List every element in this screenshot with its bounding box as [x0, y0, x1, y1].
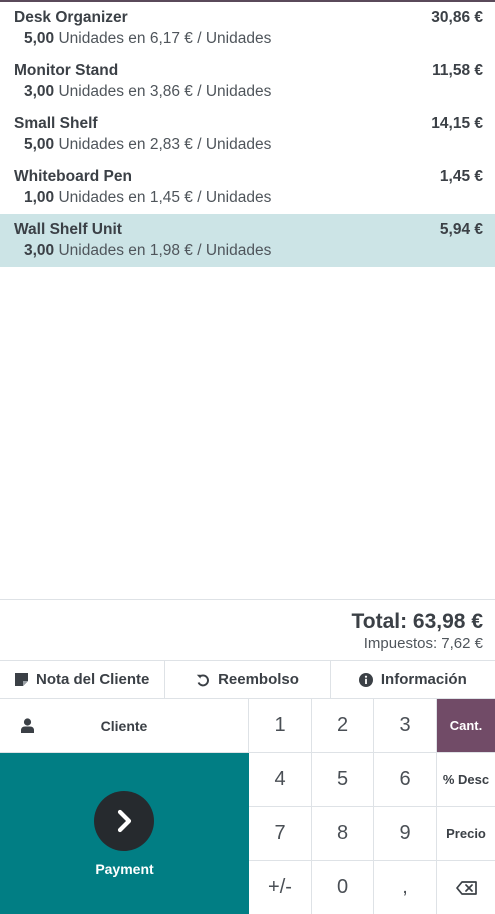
order-line-whiteboard-pen[interactable]: Whiteboard Pen 1,45 € 1,00 Unidades en 1… [0, 161, 495, 214]
line-detail: 5,00 Unidades en 6,17 € / Unidades [24, 28, 483, 49]
product-name: Monitor Stand [14, 62, 119, 79]
user-icon [21, 718, 34, 733]
numpad-key-2[interactable]: 2 [312, 699, 374, 753]
payment-label: Payment [95, 861, 154, 877]
numpad-key-0[interactable]: 0 [312, 861, 374, 914]
line-price: 5,94 € [439, 221, 483, 238]
order-total: Total: 63,98 € [351, 610, 484, 633]
line-unit-price: Unidades en 1,98 € / Unidades [54, 242, 272, 259]
customer-note-label: Nota del Cliente [35, 671, 150, 688]
order-summary: Total: 63,98 € Impuestos: 7,62 € [0, 599, 495, 660]
line-quantity: 3,00 [24, 242, 55, 259]
payment-button[interactable]: Payment [0, 753, 249, 914]
mode-discount-button[interactable]: % Desc [437, 753, 495, 807]
sticky-note-icon [14, 673, 28, 686]
line-quantity: 3,00 [24, 83, 55, 100]
line-quantity: 5,00 [24, 30, 55, 47]
product-name: Small Shelf [14, 115, 98, 132]
line-quantity: 1,00 [24, 189, 55, 206]
order-taxes: Impuestos: 7,62 € [363, 635, 483, 652]
line-detail: 1,00 Unidades en 1,45 € / Unidades [24, 187, 483, 208]
numpad-key-4[interactable]: 4 [249, 753, 312, 807]
chevron-right-icon [117, 809, 132, 833]
numpad-key-5[interactable]: 5 [312, 753, 374, 807]
line-price: 14,15 € [431, 115, 483, 132]
line-price: 30,86 € [431, 9, 483, 26]
undo-icon [196, 674, 210, 686]
order-line-desk-organizer[interactable]: Desk Organizer 30,86 € 5,00 Unidades en … [0, 2, 495, 55]
numpad-key-7[interactable]: 7 [249, 807, 312, 861]
payment-circle [94, 791, 154, 851]
info-label: Información [380, 671, 467, 688]
customer-button[interactable]: Cliente [0, 699, 249, 753]
line-quantity: 5,00 [24, 136, 55, 153]
mode-quantity-button[interactable]: Cant. [437, 699, 495, 753]
info-circle-icon [358, 672, 373, 687]
customer-label: Cliente [100, 717, 148, 734]
control-buttons-bar: Nota del Cliente Reembolso Información [0, 660, 495, 699]
numpad-key-decimal[interactable]: , [374, 861, 437, 914]
order-line-monitor-stand[interactable]: Monitor Stand 11,58 € 3,00 Unidades en 3… [0, 55, 495, 108]
line-detail: 3,00 Unidades en 1,98 € / Unidades [24, 240, 483, 261]
order-line-wall-shelf-unit[interactable]: Wall Shelf Unit 5,94 € 3,00 Unidades en … [0, 214, 495, 267]
mode-price-button[interactable]: Precio [437, 807, 495, 861]
product-name: Wall Shelf Unit [14, 221, 122, 238]
line-price: 11,58 € [432, 62, 483, 79]
line-detail: 5,00 Unidades en 2,83 € / Unidades [24, 134, 483, 155]
line-detail: 3,00 Unidades en 3,86 € / Unidades [24, 81, 483, 102]
numpad: 1 2 3 Cant. 4 5 6 % Desc 7 8 9 Precio +/… [249, 699, 495, 914]
line-unit-price: Unidades en 6,17 € / Unidades [54, 30, 272, 47]
order-lines-list: Desk Organizer 30,86 € 5,00 Unidades en … [0, 2, 495, 267]
product-name: Desk Organizer [14, 9, 128, 26]
backspace-button[interactable] [437, 861, 495, 914]
line-unit-price: Unidades en 1,45 € / Unidades [54, 189, 272, 206]
numpad-key-6[interactable]: 6 [374, 753, 437, 807]
product-name: Whiteboard Pen [14, 168, 132, 185]
numpad-key-8[interactable]: 8 [312, 807, 374, 861]
order-line-small-shelf[interactable]: Small Shelf 14,15 € 5,00 Unidades en 2,8… [0, 108, 495, 161]
line-price: 1,45 € [439, 168, 483, 185]
numpad-key-9[interactable]: 9 [374, 807, 437, 861]
numpad-key-1[interactable]: 1 [249, 699, 312, 753]
numpad-key-3[interactable]: 3 [374, 699, 437, 753]
info-button[interactable]: Información [331, 661, 495, 698]
line-unit-price: Unidades en 2,83 € / Unidades [54, 136, 272, 153]
line-unit-price: Unidades en 3,86 € / Unidades [54, 83, 272, 100]
numpad-key-plus-minus[interactable]: +/- [249, 861, 312, 914]
refund-button[interactable]: Reembolso [165, 661, 331, 698]
backspace-icon [455, 880, 477, 895]
refund-label: Reembolso [218, 671, 299, 688]
customer-note-button[interactable]: Nota del Cliente [0, 661, 166, 698]
